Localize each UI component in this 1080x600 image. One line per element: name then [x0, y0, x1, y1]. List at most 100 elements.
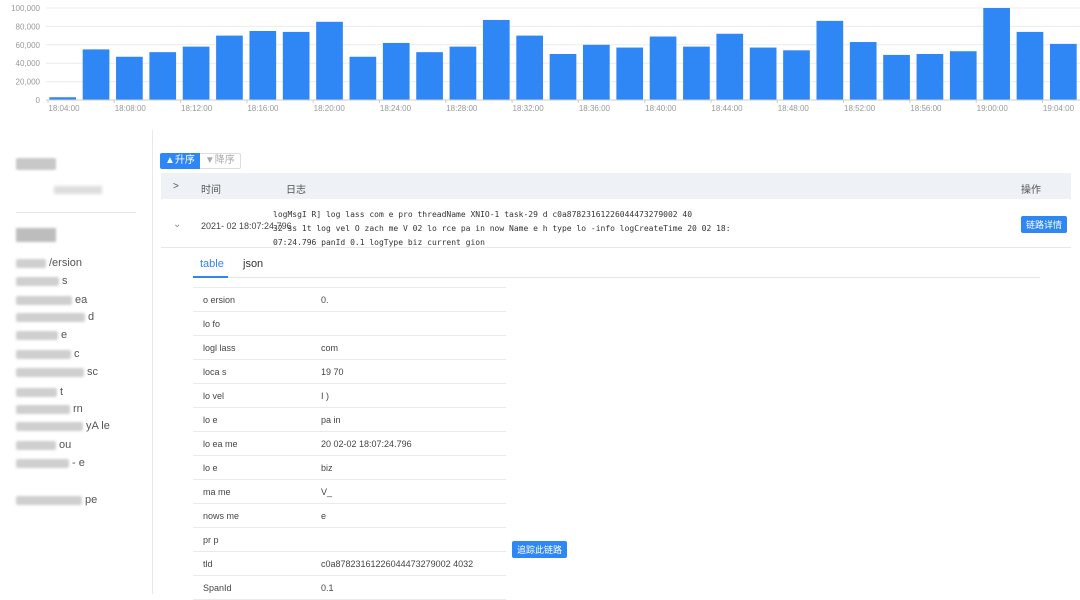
sidebar-item[interactable]: t	[16, 386, 63, 398]
detail-key: loca s	[203, 367, 227, 377]
bar	[449, 46, 477, 100]
bar	[783, 50, 810, 100]
x-tick-label: 18:32:00	[513, 104, 545, 113]
bar	[649, 36, 677, 100]
detail-row: nows me e	[193, 504, 506, 528]
sidebar-header-blurred	[16, 228, 56, 242]
sidebar-item-label: t	[60, 386, 64, 398]
trace-link-button[interactable]: 追踪此链路	[512, 541, 568, 558]
detail-key: tld	[203, 559, 213, 569]
bar	[149, 52, 177, 100]
blurred-text	[16, 349, 71, 359]
sidebar-item-label: c	[74, 348, 80, 360]
bar	[949, 51, 977, 100]
detail-row: pr p	[193, 528, 506, 552]
time-header: 时间	[201, 185, 221, 196]
log-header: 日志	[286, 185, 306, 196]
sidebar-item[interactable]: - e	[16, 457, 85, 469]
sidebar-item[interactable]: ea	[16, 294, 87, 306]
detail-value: c0a87823161226044473279002 4032	[321, 559, 474, 569]
detail-row: lo fo	[193, 312, 506, 336]
log-line: logMsgI R] log lass com e pro threadName…	[273, 210, 693, 219]
chevron-down-icon[interactable]: ⌄	[173, 219, 181, 230]
chain-detail-button[interactable]: 链路详情	[1021, 216, 1068, 233]
sidebar-item[interactable]: c	[16, 348, 80, 360]
sidebar-subtitle-blurred	[54, 186, 102, 194]
bar	[316, 21, 343, 100]
bar	[382, 42, 410, 100]
blurred-text	[16, 258, 46, 268]
sidebar-item[interactable]: e	[16, 329, 67, 341]
bar	[916, 54, 944, 100]
bar	[716, 33, 744, 101]
bar	[82, 49, 110, 100]
sidebar-item[interactable]: yA le	[16, 420, 110, 432]
bar-chart: 0 20,000 40,000 60,000 80,000 100,000 18:04:00…	[11, 4, 1080, 113]
detail-key: pr p	[203, 535, 219, 545]
y-tick-label: 100,000	[11, 4, 40, 13]
detail-value: e	[321, 511, 327, 521]
detail-row: lo e pa in	[193, 408, 506, 432]
sort-toggle: ▲升序 ▼降序	[160, 153, 241, 169]
sidebar-item[interactable]: sc	[16, 366, 98, 378]
detail-row: SpanId 0.1	[193, 576, 506, 600]
detail-key: logl lass	[203, 343, 236, 353]
sidebar-item[interactable]: d	[16, 311, 94, 323]
blurred-text	[16, 330, 58, 340]
y-tick-label: 60,000	[16, 41, 41, 50]
bar	[683, 46, 710, 100]
sort-desc-button[interactable]: ▼降序	[199, 153, 241, 169]
detail-key: ma me	[203, 487, 231, 497]
bar	[1049, 43, 1077, 100]
x-tick-label: 18:04:00	[48, 104, 80, 113]
table-header: > 时间 日志 操作	[161, 173, 1071, 199]
blurred-text	[16, 295, 72, 305]
y-tick-label: 80,000	[16, 22, 41, 31]
detail-value: pa in	[321, 415, 341, 425]
sidebar-item[interactable]: /ersion	[16, 257, 82, 269]
detail-value: 20 02-02 18:07:24.796	[321, 439, 412, 449]
y-tick-label: 0	[36, 96, 41, 105]
blurred-text	[16, 404, 70, 414]
y-tick-label: 40,000	[16, 59, 41, 68]
detail-row: o ersion 0.	[193, 288, 506, 312]
detail-row: lo vel I )	[193, 384, 506, 408]
bar	[983, 8, 1010, 100]
detail-value: 0.	[321, 295, 329, 305]
x-tick-label: 19:04:00	[1043, 104, 1075, 113]
detail-key: lo fo	[203, 319, 221, 329]
detail-row: lo ea me 20 02-02 18:07:24.796	[193, 432, 506, 456]
y-tick-label: 20,000	[16, 78, 41, 87]
bar	[883, 54, 910, 100]
x-tick-label: 19:00:00	[977, 104, 1009, 113]
detail-table: o ersion 0. lo fo logl lass com loca s 19 70 lo…	[193, 287, 506, 600]
detail-value: biz	[321, 463, 333, 473]
blurred-text	[16, 367, 84, 377]
detail-key: lo vel	[203, 391, 225, 401]
bar	[282, 31, 310, 101]
bar	[416, 52, 443, 100]
sidebar-item-label: sc	[87, 366, 98, 378]
sidebar-item[interactable]: s	[16, 275, 68, 287]
sort-asc-button[interactable]: ▲升序	[160, 153, 200, 169]
tab-table[interactable]: table	[200, 258, 224, 270]
tab-json[interactable]: json	[243, 258, 263, 270]
x-tick-label: 18:24:00	[380, 104, 412, 113]
sidebar-item-label: yA le	[86, 420, 110, 432]
sidebar-item[interactable]: rn	[16, 403, 83, 415]
x-tick-label: 18:20:00	[314, 104, 346, 113]
log-line: 07:24.796 panId 0.1 logType biz current …	[273, 238, 485, 247]
sidebar-item[interactable]: ou	[16, 439, 71, 451]
table-row[interactable]: ⌄ 2021- 02 18:07:24.796 logMsgI R] log l…	[161, 199, 1071, 248]
detail-value: 0.1	[321, 583, 334, 593]
detail-key: nows me	[203, 511, 240, 521]
x-tick-label: 18:56:00	[910, 104, 942, 113]
sidebar-item-label: d	[88, 311, 95, 323]
bar	[849, 42, 877, 100]
sidebar-item[interactable]: pe	[16, 494, 97, 506]
sidebar-item-label: - e	[72, 457, 85, 469]
log-line: 32 ss 1t log vel O zach me V 02 lo rce p…	[273, 224, 731, 233]
bar	[1016, 31, 1044, 101]
bar	[182, 46, 210, 100]
detail-row: loca s 19 70	[193, 360, 506, 384]
